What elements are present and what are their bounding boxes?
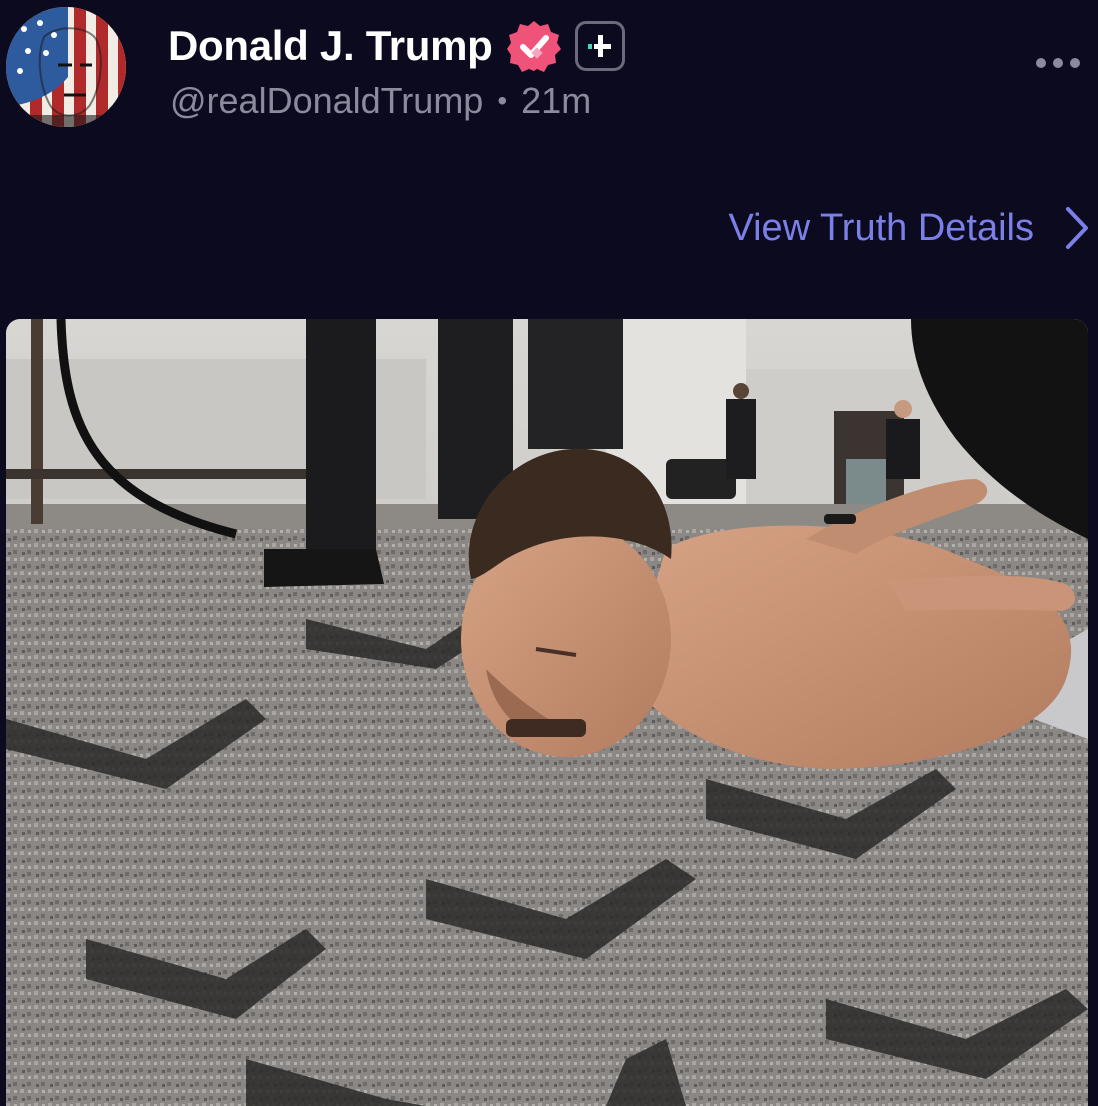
post-photo[interactable] — [6, 319, 1088, 1106]
avatar-image — [6, 7, 126, 127]
post-header: Donald J. Trump @realDonaldTrump • 21m — [0, 0, 1098, 140]
photo-image — [6, 319, 1088, 1106]
author-display-name[interactable]: Donald J. Trump — [168, 22, 493, 70]
post-timestamp[interactable]: 21m — [521, 80, 591, 122]
more-options-icon[interactable] — [1036, 58, 1080, 68]
verified-badge-icon — [506, 19, 561, 73]
author-name-row: Donald J. Trump — [168, 18, 625, 74]
truth-plus-badge-icon[interactable] — [574, 21, 625, 71]
author-handle[interactable]: @realDonaldTrump — [170, 80, 483, 122]
meta-separator: • — [497, 85, 508, 116]
post-meta: @realDonaldTrump • 21m — [170, 80, 591, 122]
author-avatar[interactable] — [6, 7, 126, 127]
chevron-right-icon — [1066, 207, 1088, 249]
view-truth-details-label: View Truth Details — [728, 206, 1034, 249]
truth-post: Donald J. Trump @realDonaldTrump • 21m V… — [0, 0, 1098, 1106]
view-truth-details-link[interactable]: View Truth Details — [728, 206, 1090, 250]
